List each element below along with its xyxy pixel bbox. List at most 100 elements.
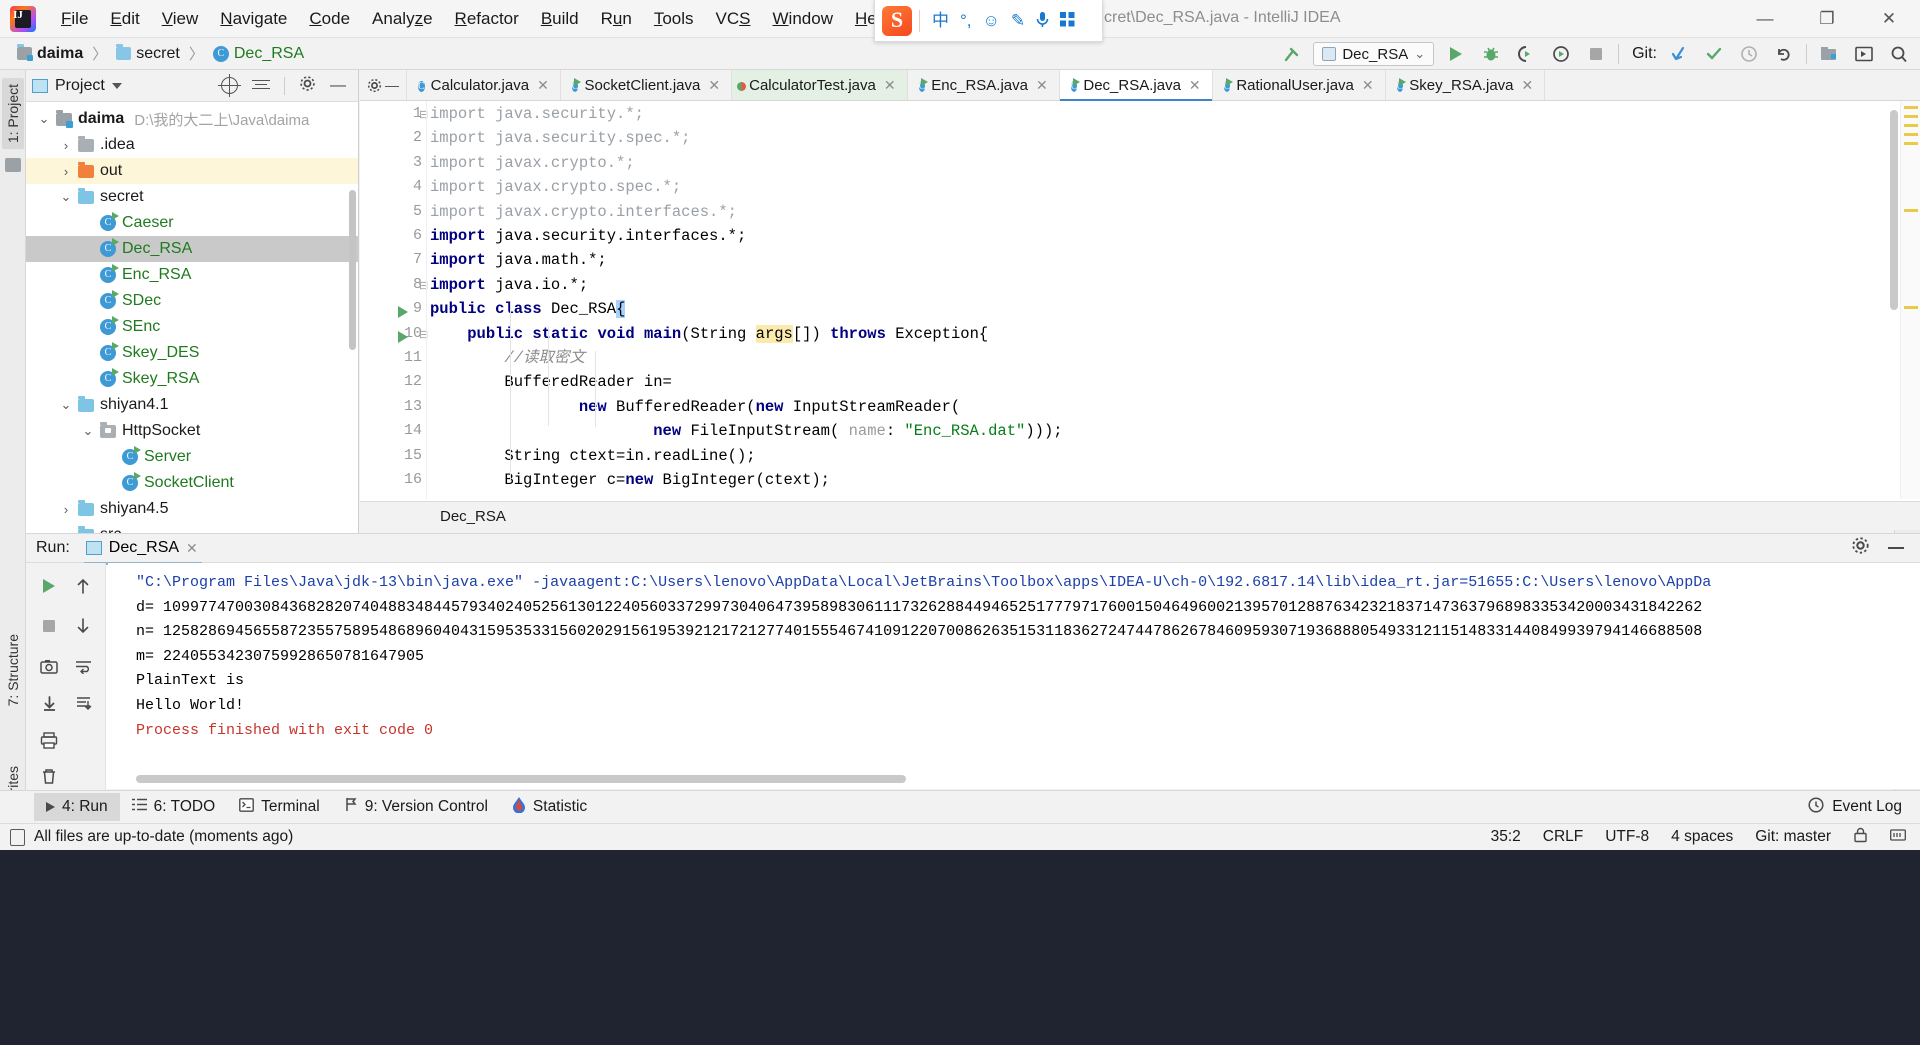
chinese-mode-icon[interactable]: 中 [932, 12, 949, 29]
code-line-4[interactable]: import javax.crypto.spec.*; [430, 175, 681, 199]
project-structure-button[interactable] [1816, 41, 1842, 67]
tree-node-enc-rsa[interactable]: C Enc_RSA [26, 262, 358, 288]
preview-button[interactable] [1851, 41, 1877, 67]
tree-node-socketclient[interactable]: C SocketClient [26, 470, 358, 496]
code-line-14[interactable]: new FileInputStream( name: "Enc_RSA.dat"… [430, 419, 1062, 443]
line-separator[interactable]: CRLF [1543, 828, 1583, 846]
tree-node-out[interactable]: › out [26, 158, 358, 184]
scroll-to-end-icon[interactable] [68, 688, 98, 718]
run-tab-dec-rsa[interactable]: Dec_RSA ✕ [80, 535, 206, 565]
menu-refactor[interactable]: Refactor [444, 5, 530, 33]
code-editor[interactable]: 1 2 3 4 5 6 7 8 9 10 11 12 13 14 15 16 ⊟ ⊟ ⊟ import java.s… [360, 101, 1920, 499]
editor-tab-calculatortest-java[interactable]: CalculatorTest.java ✕ [732, 70, 908, 100]
tree-node-secret[interactable]: ⌄ secret [26, 184, 358, 210]
gutter-run-icon[interactable] [398, 330, 408, 343]
code-line-8[interactable]: import java.io.*; [430, 273, 588, 297]
project-scrollbar[interactable] [349, 190, 356, 350]
editor-tab-bar[interactable]: — C Calculator.java ✕ C SocketClient.java ✕ Cal… [360, 70, 1920, 101]
handwriting-icon[interactable]: ✎ [1011, 12, 1025, 29]
tree-node-sdec[interactable]: C SDec [26, 288, 358, 314]
menu-analyze[interactable]: Analyze [361, 5, 444, 33]
tree-node-server[interactable]: C Server [26, 444, 358, 470]
voice-input-icon[interactable] [1036, 11, 1049, 31]
git-branch[interactable]: Git: master [1755, 828, 1831, 846]
tree-node-httpsocket[interactable]: ⌄ HttpSocket [26, 418, 358, 444]
tree-node-caeser[interactable]: C Caeser [26, 210, 358, 236]
close-icon[interactable]: ✕ [708, 77, 720, 94]
tree-expand-arrow[interactable]: › [56, 138, 76, 153]
close-icon[interactable]: ✕ [1522, 77, 1534, 94]
editor-vertical-scrollbar[interactable] [1890, 110, 1898, 310]
stop-button[interactable] [1583, 41, 1609, 67]
code-line-15[interactable]: String ctext=in.readLine(); [430, 444, 755, 468]
code-line-10[interactable]: public static void main(String args[]) t… [430, 322, 988, 346]
toolwindow-statistic[interactable]: Statistic [500, 792, 599, 823]
menu-code[interactable]: Code [298, 5, 361, 33]
code-line-7[interactable]: import java.math.*; [430, 248, 607, 272]
close-button[interactable]: ✕ [1858, 0, 1920, 38]
editor-tab-socketclient-java[interactable]: C SocketClient.java ✕ [560, 70, 733, 100]
close-icon[interactable]: ✕ [537, 77, 549, 94]
breadcrumb[interactable]: daima 〉 secret 〉 C Dec_RSA [12, 43, 309, 65]
indent-setting[interactable]: 4 spaces [1671, 828, 1733, 846]
camera-icon[interactable] [34, 651, 64, 681]
code-line-9[interactable]: public class Dec_RSA{ [430, 297, 626, 321]
stop-button[interactable] [34, 611, 64, 641]
close-icon[interactable]: ✕ [186, 540, 198, 557]
editor-marker-gutter[interactable] [1900, 101, 1920, 499]
hide-panel-icon[interactable] [1888, 547, 1904, 549]
build-hammer-icon[interactable] [1278, 41, 1304, 67]
menu-vcs[interactable]: VCS [705, 5, 762, 33]
ime-icon-group[interactable]: 中 °, ☺ ✎ [920, 11, 1075, 31]
memory-indicator-icon[interactable] [1890, 828, 1906, 847]
soft-wrap-icon[interactable] [68, 651, 98, 681]
code-line-6[interactable]: import java.security.interfaces.*; [430, 224, 746, 248]
editor-tab-enc-rsa-java[interactable]: C Enc_RSA.java ✕ [907, 70, 1060, 100]
debug-button[interactable] [1478, 41, 1504, 67]
tree-expand-arrow[interactable]: › [56, 164, 76, 179]
lock-icon[interactable] [1853, 827, 1868, 848]
menu-file[interactable]: File [50, 5, 99, 33]
tree-expand-arrow[interactable]: ⌄ [78, 423, 98, 439]
commit-button[interactable] [1701, 41, 1727, 67]
scroll-up-icon[interactable] [68, 571, 98, 601]
tree-node-shiyan4-5[interactable]: › shiyan4.5 [26, 496, 358, 522]
collapse-all-icon[interactable] [252, 79, 270, 93]
project-files-icon[interactable] [5, 158, 21, 172]
code-line-5[interactable]: import javax.crypto.interfaces.*; [430, 200, 737, 224]
chevron-down-icon[interactable] [111, 82, 122, 89]
update-project-button[interactable] [1666, 41, 1692, 67]
history-button[interactable] [1736, 41, 1762, 67]
run-with-coverage-button[interactable] [1513, 41, 1539, 67]
code-line-12[interactable]: BufferedReader in= [430, 370, 671, 394]
menu-edit[interactable]: Edit [99, 5, 150, 33]
breadcrumb-item-folder[interactable]: secret [111, 43, 185, 65]
rerun-button[interactable] [34, 571, 64, 601]
sogou-ime-toolbar[interactable]: S 中 °, ☺ ✎ [874, 0, 1103, 42]
print-icon[interactable] [34, 725, 64, 755]
editor-tab-dec-rsa-java[interactable]: C Dec_RSA.java ✕ [1059, 70, 1213, 101]
tree-node-dec-rsa[interactable]: C Dec_RSA [26, 236, 358, 262]
profile-button[interactable] [1548, 41, 1574, 67]
menu-view[interactable]: View [151, 5, 210, 33]
tree-node-skey-rsa[interactable]: C Skey_RSA [26, 366, 358, 392]
tree-expand-arrow[interactable]: ⌄ [56, 397, 76, 413]
editor-tab-skey-rsa-java[interactable]: C Skey_RSA.java ✕ [1385, 70, 1546, 100]
tree-node--idea[interactable]: › .idea [26, 132, 358, 158]
sidebar-item-structure[interactable]: 7: Structure [2, 628, 24, 712]
sogou-logo-icon[interactable]: S [875, 0, 919, 42]
close-icon[interactable]: ✕ [1036, 77, 1048, 94]
project-tree[interactable]: ⌄ daima D:\我的大二上\Java\daima › .idea › out ⌄ secr… [26, 102, 358, 548]
tree-node-shiyan4-1[interactable]: ⌄ shiyan4.1 [26, 392, 358, 418]
hide-panel-icon[interactable]: — [330, 77, 346, 95]
breadcrumb-item-class[interactable]: C Dec_RSA [208, 43, 309, 65]
minimize-button[interactable]: — [1734, 0, 1796, 38]
tree-node-senc[interactable]: C SEnc [26, 314, 358, 340]
menu-build[interactable]: Build [530, 5, 590, 33]
menu-tools[interactable]: Tools [643, 5, 705, 33]
toolbox-icon[interactable] [1060, 11, 1075, 30]
code-line-1[interactable]: import java.security.*; [430, 102, 644, 126]
event-log-button[interactable]: Event Log [1808, 796, 1920, 818]
menu-bar[interactable]: File Edit View Navigate Code Analyze Ref… [50, 0, 901, 38]
file-encoding[interactable]: UTF-8 [1605, 828, 1649, 846]
